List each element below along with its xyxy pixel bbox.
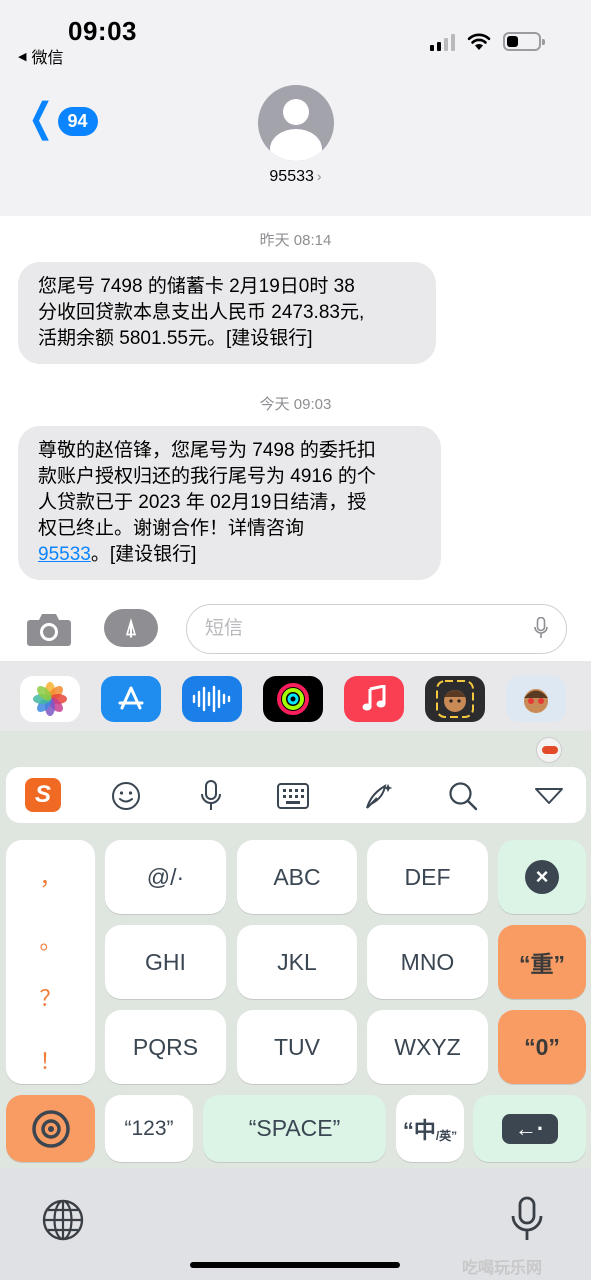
camera-icon[interactable]: [26, 611, 72, 647]
music-icon[interactable]: [344, 676, 404, 722]
message-line: 人贷款已于 2023 年 02月19日结清，授: [38, 492, 367, 513]
assistant-robot-icon[interactable]: [536, 737, 562, 763]
message-input[interactable]: 短信: [186, 604, 567, 654]
message-line: 分收回贷款本息支出人民币 2473.83元,: [38, 302, 365, 323]
home-indicator[interactable]: [190, 1262, 400, 1268]
message-timestamp: 今天 09:03: [259, 396, 332, 413]
contact-name[interactable]: 95533 ›: [0, 168, 591, 186]
punct-exclaim-key[interactable]: ！: [6, 1044, 95, 1076]
collapse-icon[interactable]: [532, 779, 566, 813]
message-tail: 。[建设银行]: [90, 544, 197, 565]
voice-icon[interactable]: [194, 779, 228, 813]
battery-level: [507, 36, 518, 47]
battery-icon: [503, 32, 545, 51]
contact-avatar[interactable]: [258, 85, 334, 161]
message-line-last: 95533。[建设银行]: [38, 542, 421, 568]
audio-message-icon[interactable]: [182, 676, 242, 722]
cellular-signal-icon: [430, 33, 455, 51]
message-line: 尊敬的赵倍锋，您尾号为 7498 的委托扣: [38, 440, 376, 461]
back-to-app-link[interactable]: ◀ 微信: [18, 44, 63, 68]
message-line: 活期余额 5801.55元。[建设银行]: [38, 328, 313, 349]
memoji-hearts-icon[interactable]: [506, 676, 566, 722]
message-bubble[interactable]: 您尾号 7498 的储蓄卡 2月19日0时 38 分收回贷款本息支出人民币 24…: [18, 262, 436, 364]
delete-button[interactable]: ×: [498, 840, 586, 914]
app-store-icon: ⍋: [124, 615, 138, 640]
key-pqrs[interactable]: PQRS: [105, 1010, 226, 1084]
chevron-left-icon: ❮: [28, 96, 54, 140]
key-mno[interactable]: MNO: [367, 925, 488, 999]
key-tuv[interactable]: TUV: [237, 1010, 357, 1084]
key-jkl[interactable]: JKL: [237, 925, 357, 999]
key-abc[interactable]: ABC: [237, 840, 357, 914]
message-bubble[interactable]: 尊敬的赵倍锋，您尾号为 7498 的委托扣 款账户授权归还的我行尾号为 4916…: [18, 426, 441, 580]
enter-key[interactable]: ←·: [473, 1095, 586, 1162]
message-line: 款账户授权归还的我行尾号为 4916 的个: [38, 466, 376, 487]
app-store-button[interactable]: ⍋: [104, 609, 158, 647]
chevron-right-icon: ›: [316, 168, 322, 184]
key-ghi[interactable]: GHI: [105, 925, 226, 999]
wifi-icon: [467, 33, 491, 50]
enter-icon: ←·: [501, 1113, 558, 1144]
message-line: 您尾号 7498 的储蓄卡 2月19日0时 38: [38, 276, 355, 297]
message-placeholder: 短信: [205, 618, 244, 639]
lang-sub: /英”: [435, 1129, 458, 1143]
punct-comma-key[interactable]: ，: [6, 860, 95, 892]
dictation-mic-icon[interactable]: [534, 617, 548, 639]
punct-question-key[interactable]: ？: [6, 981, 95, 1013]
keyboard-icon[interactable]: [276, 779, 310, 813]
mic-icon[interactable]: [510, 1196, 544, 1242]
sogou-eye-icon: [31, 1109, 70, 1148]
lang-switch-key[interactable]: “中/英”: [396, 1095, 464, 1162]
memoji-icon[interactable]: [425, 676, 485, 722]
key-def[interactable]: DEF: [367, 840, 488, 914]
sogou-menu-button[interactable]: [6, 1095, 95, 1162]
quill-icon[interactable]: [362, 779, 396, 813]
zero-key[interactable]: “0”: [498, 1010, 586, 1084]
contact-number: 95533: [269, 168, 314, 185]
num-key[interactable]: “123”: [105, 1095, 193, 1162]
key-wxyz[interactable]: WXYZ: [367, 1010, 488, 1084]
back-button[interactable]: ❮ 94: [24, 98, 98, 138]
activity-icon[interactable]: [263, 676, 323, 722]
emoji-icon[interactable]: [109, 779, 143, 813]
reenter-key[interactable]: “重”: [498, 925, 586, 999]
punct-period-key[interactable]: 。: [6, 924, 95, 956]
delete-icon: ×: [525, 860, 559, 894]
space-key[interactable]: “SPACE”: [203, 1095, 386, 1162]
status-indicators: [430, 32, 545, 51]
globe-icon[interactable]: [42, 1199, 84, 1241]
sogou-logo-icon[interactable]: S: [25, 778, 61, 812]
search-icon[interactable]: [446, 779, 480, 813]
photos-icon[interactable]: [20, 676, 80, 722]
watermark-text: 吃喝玩乐网: [462, 1260, 543, 1277]
message-line: 权已终止。谢谢合作！详情咨询: [38, 518, 305, 539]
status-time: 09:03: [68, 16, 137, 46]
phone-link[interactable]: 95533: [38, 544, 91, 565]
unread-badge: 94: [57, 106, 98, 136]
punctuation-column[interactable]: ， 。 ？ ！: [6, 840, 95, 1084]
back-app-label: 微信: [31, 50, 64, 67]
app-store-icon[interactable]: [101, 676, 161, 722]
back-triangle-icon: ◀: [18, 50, 27, 63]
message-timestamp: 昨天 08:14: [259, 232, 332, 249]
lang-main: “中: [402, 1117, 436, 1143]
key-symbols[interactable]: @/·: [105, 840, 226, 914]
